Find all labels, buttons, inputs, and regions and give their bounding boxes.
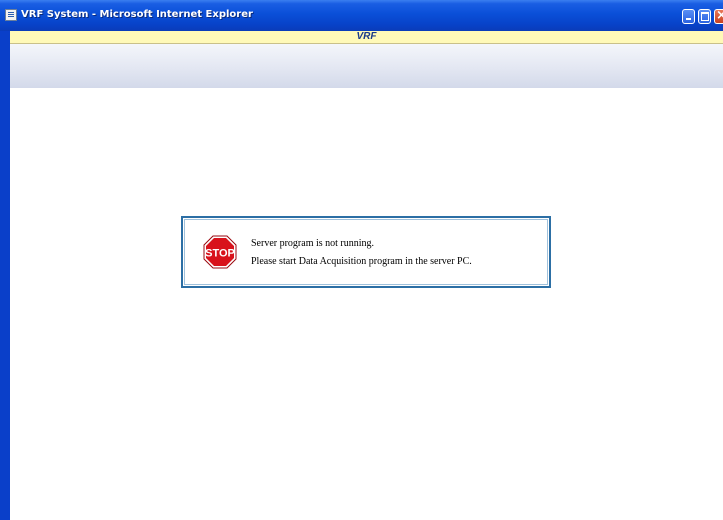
ie-window-icon[interactable] xyxy=(5,9,17,21)
header-bar: VRF xyxy=(10,31,723,44)
error-message-line-2: Please start Data Acquisition program in… xyxy=(251,256,472,267)
page-content: VRF STOP Server program is not running. … xyxy=(10,31,723,520)
window-title: VRF System - Microsoft Internet Explorer xyxy=(21,9,253,20)
header-gradient-band xyxy=(10,44,723,88)
error-message-line-1: Server program is not running. xyxy=(251,238,375,249)
error-message-box: STOP Server program is not running. Plea… xyxy=(181,216,551,288)
title-bar[interactable]: VRF System - Microsoft Internet Explorer xyxy=(0,0,723,31)
header-label: VRF xyxy=(356,31,377,42)
stop-sign-text: STOP xyxy=(205,248,235,260)
maximize-button[interactable] xyxy=(698,9,711,24)
stop-sign-icon: STOP xyxy=(203,235,237,269)
browser-window: VRF System - Microsoft Internet Explorer… xyxy=(0,0,723,520)
minimize-button[interactable] xyxy=(682,9,695,24)
close-button[interactable] xyxy=(714,8,723,24)
